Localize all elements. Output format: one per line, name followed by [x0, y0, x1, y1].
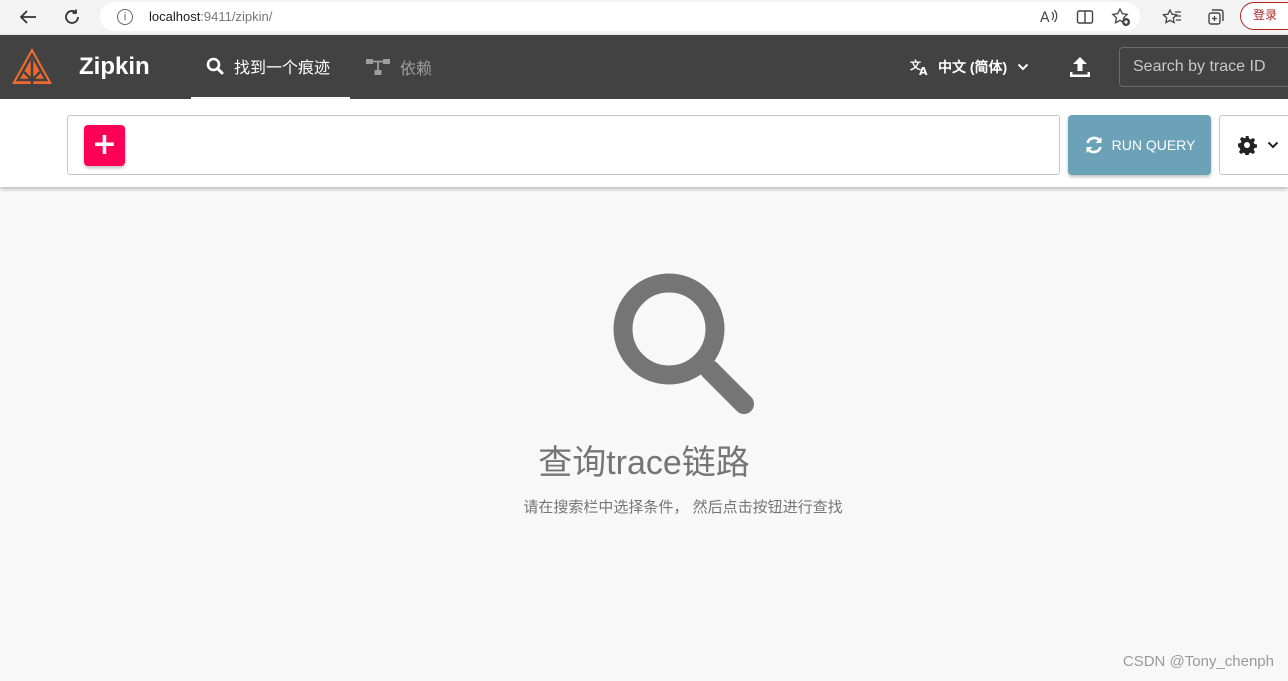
address-bar[interactable]: i localhost:9411/zipkin/ — [100, 2, 1140, 31]
back-arrow-icon — [19, 10, 36, 24]
language-label: 中文 (简体) — [938, 59, 1008, 75]
trace-id-search-input[interactable] — [1119, 47, 1288, 87]
zipkin-logo[interactable] — [10, 46, 54, 95]
zipkin-logo-icon — [12, 48, 52, 88]
empty-state-title: 查询trace链路 — [538, 444, 750, 482]
query-criteria-box[interactable]: + — [67, 115, 1060, 175]
url-host: localhost — [149, 9, 201, 24]
dependencies-icon — [366, 59, 390, 75]
tab-find-trace-label: 找到一个痕迹 — [234, 60, 331, 77]
refresh-icon — [65, 9, 79, 24]
svg-text:A: A — [1040, 10, 1050, 25]
url-path: :9411/zipkin/ — [200, 9, 273, 24]
collections-icon[interactable] — [1204, 5, 1228, 29]
query-bar: + RUN QUERY — [0, 99, 1288, 187]
tab-dependencies[interactable]: 依赖 — [366, 35, 432, 99]
app-title[interactable]: Zipkin — [79, 53, 150, 81]
login-button[interactable]: 登录 — [1240, 2, 1288, 30]
tab-dependencies-label: 依赖 — [400, 61, 433, 78]
settings-button[interactable] — [1219, 115, 1288, 175]
refresh-button[interactable] — [58, 4, 86, 30]
upload-json-button[interactable] — [1068, 55, 1092, 84]
empty-state-subtitle: 请在搜索栏中选择条件， 然后点击按钮进行查找 — [523, 499, 843, 516]
svg-text:A: A — [919, 65, 928, 76]
translate-icon: 文A — [910, 58, 928, 76]
reading-view-icon[interactable] — [1073, 5, 1097, 29]
tab-find-trace[interactable]: 找到一个痕迹 — [191, 35, 350, 99]
language-selector[interactable]: 文A 中文 (简体) — [910, 35, 1029, 99]
add-criteria-button[interactable]: + — [84, 125, 125, 166]
run-query-label: RUN QUERY — [1111, 137, 1196, 153]
url-text: localhost:9411/zipkin/ — [149, 9, 272, 24]
browser-toolbar: i localhost:9411/zipkin/ A 登录 — [0, 0, 1288, 35]
favorites-icon[interactable] — [1160, 5, 1184, 29]
back-button[interactable] — [14, 4, 42, 30]
chevron-down-icon — [1018, 63, 1029, 71]
run-query-button[interactable]: RUN QUERY — [1068, 115, 1211, 175]
upload-icon — [1070, 57, 1090, 77]
sync-icon — [1085, 136, 1102, 154]
gear-icon — [1238, 136, 1257, 155]
read-aloud-icon[interactable]: A — [1037, 5, 1061, 29]
site-info-icon[interactable]: i — [117, 8, 133, 25]
app-header: Zipkin 找到一个痕迹 依赖 文A 中文 (简体) — [0, 35, 1288, 99]
add-favorite-icon[interactable] — [1109, 5, 1133, 29]
search-icon — [206, 57, 224, 75]
chevron-down-icon — [1267, 141, 1279, 149]
watermark: CSDN @Tony_chenph — [1122, 653, 1274, 670]
magnifier-icon — [612, 272, 754, 419]
